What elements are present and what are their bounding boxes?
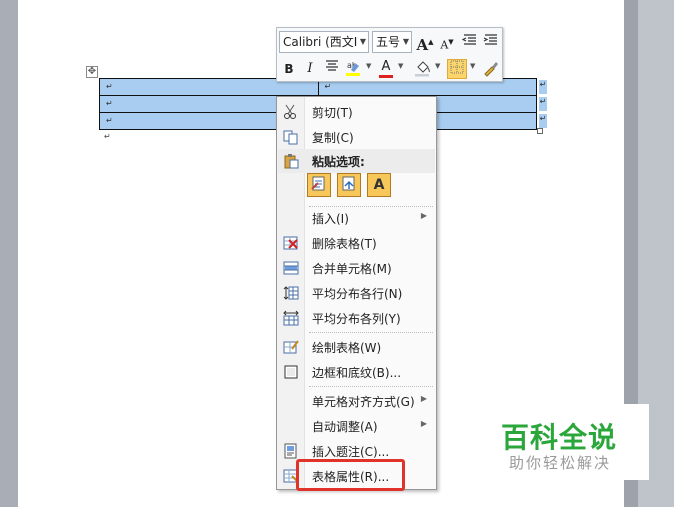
submenu-arrow-icon: ▶ <box>420 394 427 403</box>
chevron-down-icon[interactable]: ▼ <box>398 62 403 70</box>
menu-item-distribute-rows[interactable]: 平均分布各行(N) <box>278 281 435 305</box>
chevron-down-icon[interactable]: ▼ <box>366 62 371 70</box>
table-resize-handle[interactable] <box>537 128 543 134</box>
menu-separator <box>309 386 433 387</box>
watermark-title: 百科全说 <box>501 421 618 454</box>
increase-indent-icon <box>483 34 497 45</box>
row-end-mark: ↵ <box>539 97 547 111</box>
chevron-down-icon[interactable]: ▼ <box>435 62 440 70</box>
font-name-combo[interactable]: Calibri (西文I ▼ <box>279 31 369 53</box>
paint-bucket-icon <box>415 61 430 77</box>
delete-table-icon <box>283 235 299 251</box>
draw-table-icon <box>283 339 299 355</box>
chevron-down-icon[interactable]: ▼ <box>470 62 475 70</box>
center-align-icon <box>326 60 338 71</box>
borders-button[interactable] <box>447 59 467 79</box>
submenu-arrow-icon: ▶ <box>420 211 427 220</box>
font-name-value: Calibri (西文I <box>283 35 358 49</box>
caption-icon <box>283 443 299 459</box>
highlighter-icon: ab <box>346 61 360 76</box>
menu-item-cut[interactable]: 剪切(T) <box>278 100 435 124</box>
menu-item-copy[interactable]: 复制(C) <box>278 125 435 149</box>
menu-item-cell-alignment[interactable]: 单元格对齐方式(G) ▶ <box>278 389 435 413</box>
menu-item-insert[interactable]: 插入(I) ▶ <box>278 206 435 230</box>
paste-options-row: A <box>307 173 407 199</box>
font-color-button[interactable]: A <box>376 59 396 79</box>
distribute-columns-icon <box>283 310 299 326</box>
merge-cells-icon <box>283 260 299 276</box>
borders-icon <box>283 364 299 380</box>
watermark-subtitle: 助你轻松解决 <box>509 454 612 472</box>
font-size-value: 五号 <box>376 35 401 49</box>
menu-item-merge-cells[interactable]: 合并单元格(M) <box>278 256 435 280</box>
menu-item-autofit[interactable]: 自动调整(A) ▶ <box>278 414 435 438</box>
shading-button[interactable] <box>413 59 433 79</box>
font-size-combo[interactable]: 五号 ▼ <box>372 31 412 53</box>
left-margin-background <box>0 0 18 507</box>
paste-merge-format-button[interactable] <box>337 173 361 197</box>
mini-toolbar: Calibri (西文I ▼ 五号 ▼ A▲ A▼ B I ab ▼ A ▼ ▼… <box>276 27 503 82</box>
scissors-icon <box>283 104 299 120</box>
paste-text-only-button[interactable]: A <box>367 173 391 197</box>
format-painter-icon <box>484 62 498 77</box>
distribute-rows-icon <box>283 285 299 301</box>
row-end-mark: ↵ <box>539 80 547 94</box>
highlight-annotation-box <box>296 459 405 491</box>
watermark: 百科全说 助你轻松解决 <box>493 404 649 480</box>
bold-button[interactable]: B <box>279 59 299 79</box>
copy-icon <box>283 129 299 145</box>
paste-icon <box>283 153 299 169</box>
borders-icon <box>450 60 464 74</box>
context-menu: 剪切(T) 复制(C) 粘贴选项: A 插入(I) ▶ 删除表格(T) 合并单元… <box>276 96 437 490</box>
menu-item-distribute-columns[interactable]: 平均分布各列(Y) <box>278 306 435 330</box>
grow-font-button[interactable]: A▲ <box>415 32 435 54</box>
menu-separator <box>309 332 433 333</box>
format-painter-button[interactable] <box>481 59 501 79</box>
increase-indent-button[interactable] <box>481 32 501 52</box>
decrease-indent-button[interactable] <box>460 32 480 52</box>
center-align-button[interactable] <box>322 59 342 79</box>
table-move-handle[interactable]: ✥ <box>86 66 98 78</box>
menu-item-paste-options: 粘贴选项: <box>278 149 435 173</box>
row-end-mark: ↵ <box>539 114 547 128</box>
decrease-indent-icon <box>461 34 476 45</box>
paragraph-mark: ↵ <box>104 132 111 141</box>
paste-keep-format-button[interactable] <box>307 173 331 197</box>
menu-item-borders-shading[interactable]: 边框和底纹(B)... <box>278 360 435 384</box>
highlight-button[interactable]: ab <box>344 59 364 79</box>
submenu-arrow-icon: ▶ <box>420 419 427 428</box>
paste-keep-source-icon <box>311 176 325 191</box>
chevron-down-icon: ▼ <box>402 37 409 46</box>
menu-item-delete-table[interactable]: 删除表格(T) <box>278 231 435 255</box>
paste-merge-icon <box>342 176 355 191</box>
italic-button[interactable]: I <box>300 59 320 79</box>
chevron-down-icon: ▼ <box>359 37 366 46</box>
shrink-font-button[interactable]: A▼ <box>437 32 457 52</box>
menu-item-draw-table[interactable]: 绘制表格(W) <box>278 335 435 359</box>
